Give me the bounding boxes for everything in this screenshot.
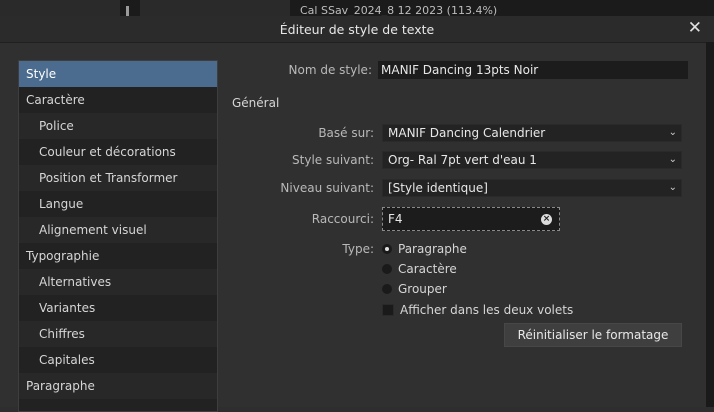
sidebar-item-style[interactable]: Style: [19, 61, 217, 87]
dialog-title: Éditeur de style de texte: [279, 22, 435, 37]
sidebar-item-label: Style: [26, 67, 57, 81]
document-tab-label[interactable]: Cal SSav_2024_8 12 2023 (113.4%): [300, 4, 497, 16]
background-panel: [140, 0, 290, 16]
sidebar-item-variantes[interactable]: Variantes: [19, 295, 217, 321]
next-style-select[interactable]: Org- Ral 7pt vert d'eau 1 ⌄: [382, 151, 682, 169]
sidebar-item-label: Capitales: [39, 353, 95, 367]
close-icon[interactable]: ✕: [688, 18, 702, 38]
sidebar-item-alternatives[interactable]: Alternatives: [19, 269, 217, 295]
type-radio-paragraphe[interactable]: Paragraphe: [382, 241, 467, 257]
sidebar-item-typographie[interactable]: Typographie: [19, 243, 217, 269]
sidebar-item-label: Langue: [39, 197, 84, 211]
general-section-heading: Général: [232, 96, 280, 110]
sidebar-item-label: Couleur et décorations: [39, 145, 176, 159]
reset-formatting-button[interactable]: Réinitialiser le formatage: [504, 323, 682, 347]
radio-icon: [382, 283, 392, 294]
sidebar-item-label: Typographie: [26, 249, 100, 263]
radio-label: Paragraphe: [398, 242, 467, 256]
type-radio-grouper[interactable]: Grouper: [382, 281, 447, 297]
checkbox-label: Afficher dans les deux volets: [400, 303, 574, 317]
chevron-down-icon: ⌄: [668, 127, 677, 138]
sidebar-item-alignement-visuel[interactable]: Alignement visuel: [19, 217, 217, 243]
shortcut-input[interactable]: F4 ×: [382, 207, 560, 231]
next-style-value: Org- Ral 7pt vert d'eau 1: [388, 153, 537, 167]
sidebar-item-label: Alternatives: [39, 275, 112, 289]
sidebar-item-police[interactable]: Police: [19, 113, 217, 139]
chevron-down-icon: ⌄: [668, 154, 677, 165]
chevron-down-icon: ⌄: [668, 182, 677, 193]
radio-label: Caractère: [398, 262, 457, 276]
sidebar-item-label: Paragraphe: [26, 379, 95, 393]
sidebar-item-label: Alignement visuel: [39, 223, 147, 237]
sidebar-item-label: Chiffres: [39, 327, 85, 341]
dialog-titlebar[interactable]: Éditeur de style de texte ✕: [0, 16, 714, 43]
based-on-label: Basé sur:: [318, 126, 374, 140]
style-name-label: Nom de style:: [288, 63, 372, 77]
based-on-value: MANIF Dancing Calendrier: [388, 126, 546, 140]
sidebar-item-caractere[interactable]: Caractère: [19, 87, 217, 113]
background-edge: [706, 42, 714, 407]
type-radio-caractere[interactable]: Caractère: [382, 261, 457, 277]
sidebar-item-label: Police: [39, 119, 74, 133]
sidebar-item-langue[interactable]: Langue: [19, 191, 217, 217]
sidebar-item-label: Caractère: [26, 93, 85, 107]
sidebar-item-paragraphe[interactable]: Paragraphe: [19, 373, 217, 399]
shortcut-label: Raccourci:: [311, 212, 374, 226]
radio-icon: [382, 263, 392, 274]
type-label: Type:: [342, 242, 374, 256]
background-panel: [0, 0, 120, 16]
sidebar-item-couleur-decorations[interactable]: Couleur et décorations: [19, 139, 217, 165]
checkbox-icon: [382, 303, 394, 316]
category-sidebar: Style Caractère Police Couleur et décora…: [18, 60, 218, 412]
shortcut-value: F4: [388, 212, 403, 226]
next-style-label: Style suivant:: [292, 153, 374, 167]
sidebar-item-position-transformer[interactable]: Position et Transformer: [19, 165, 217, 191]
radio-label: Grouper: [398, 282, 447, 296]
based-on-select[interactable]: MANIF Dancing Calendrier ⌄: [382, 124, 682, 142]
sidebar-item-capitales[interactable]: Capitales: [19, 347, 217, 373]
background-marker: [126, 6, 129, 16]
sidebar-item-label: Variantes: [39, 301, 96, 315]
next-level-value: [Style identique]: [388, 181, 488, 195]
text-style-editor-dialog: Éditeur de style de texte ✕ Style Caract…: [0, 16, 714, 412]
clear-icon[interactable]: ×: [541, 214, 552, 225]
next-level-label: Niveau suivant:: [280, 181, 374, 195]
show-both-panels-checkbox[interactable]: Afficher dans les deux volets: [382, 302, 573, 318]
next-level-select[interactable]: [Style identique] ⌄: [382, 179, 682, 197]
sidebar-item-label: Position et Transformer: [39, 171, 178, 185]
radio-selected-icon: [382, 243, 392, 254]
sidebar-item-chiffres[interactable]: Chiffres: [19, 321, 217, 347]
style-name-input[interactable]: MANIF Dancing 13pts Noir: [378, 61, 688, 79]
background-app-strip: Cal SSav_2024_8 12 2023 (113.4%): [0, 0, 714, 16]
